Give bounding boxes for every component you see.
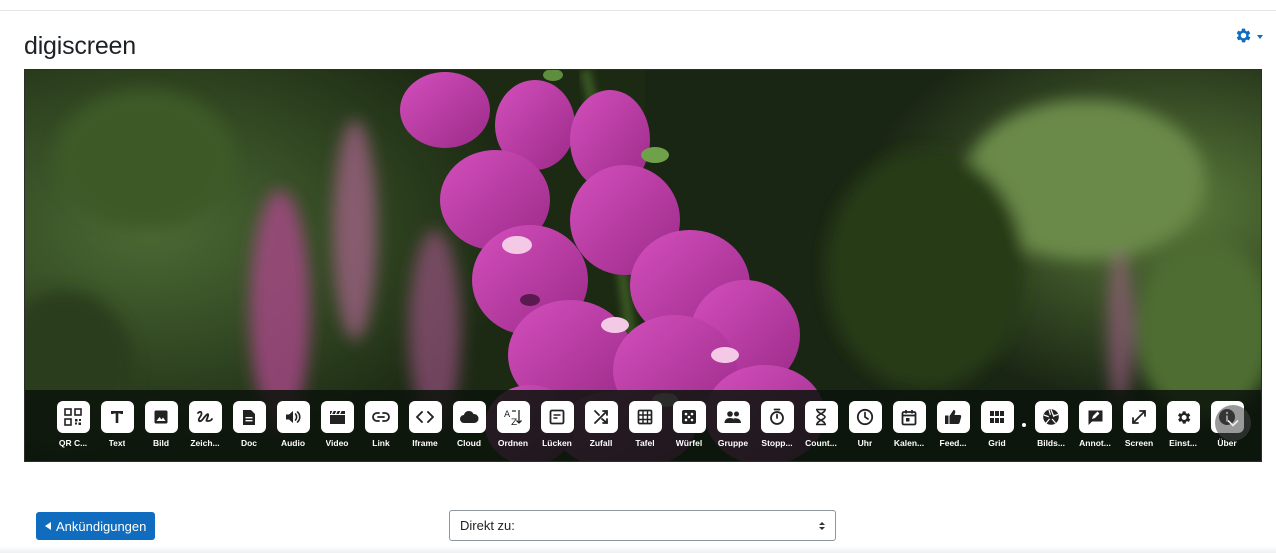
tool-sort[interactable]: AZ Ordnen (491, 390, 535, 450)
arrow-left-icon (45, 522, 51, 530)
tool-settings[interactable]: Einst... (1161, 390, 1205, 450)
annotate-icon (1078, 401, 1112, 433)
thumbs-up-icon (936, 401, 970, 433)
tool-label: Gruppe (717, 438, 749, 448)
tool-feedback[interactable]: Feed... (931, 390, 975, 450)
tool-label: Audio (280, 438, 306, 448)
tool-cloud[interactable]: Cloud (447, 390, 491, 450)
tool-label: Bilds... (1037, 438, 1065, 448)
stopwatch-icon (760, 401, 794, 433)
tool-label: Bild (152, 438, 170, 448)
calendar-icon (892, 401, 926, 433)
toolbar-separator (1019, 390, 1029, 450)
tool-label: Doc (240, 438, 258, 448)
settings-menu-toggle[interactable] (1234, 26, 1263, 45)
tool-gaps[interactable]: Lücken (535, 390, 579, 450)
dropdown-caret-icon (1257, 35, 1263, 39)
tool-label: Screen (1124, 438, 1154, 448)
select-arrows-icon (819, 521, 825, 530)
tool-fullscreen[interactable]: Screen (1117, 390, 1161, 450)
svg-text:A: A (504, 410, 511, 420)
tool-label: Cloud (456, 438, 482, 448)
tool-label: Feed... (939, 438, 967, 448)
aperture-icon (1034, 401, 1068, 433)
tool-label: QR C... (58, 438, 88, 448)
link-icon (364, 401, 398, 433)
fullscreen-icon (1122, 401, 1156, 433)
tool-label: Zufall (589, 438, 613, 448)
tool-audio[interactable]: Audio (271, 390, 315, 450)
image-icon (144, 401, 178, 433)
tool-annotate[interactable]: Annot... (1073, 390, 1117, 450)
tool-image[interactable]: Bild (139, 390, 183, 450)
tool-label: Zeich... (190, 438, 220, 448)
tool-qr-code[interactable]: QR C... (51, 390, 95, 450)
group-icon (716, 401, 750, 433)
tool-group[interactable]: Gruppe (711, 390, 755, 450)
dot-separator-icon (1022, 423, 1026, 427)
toolbar-scroll-button[interactable] (1215, 405, 1251, 441)
tool-text[interactable]: Text (95, 390, 139, 450)
fill-gaps-icon (540, 401, 574, 433)
draw-icon (188, 401, 222, 433)
tool-calendar[interactable]: Kalen... (887, 390, 931, 450)
tool-screenshot[interactable]: Bilds... (1029, 390, 1073, 450)
tool-label: Lücken (542, 438, 572, 448)
svg-text:Z: Z (511, 418, 517, 426)
tool-label: Einst... (1169, 438, 1197, 448)
table-grid-icon (628, 401, 662, 433)
gear-icon (1234, 26, 1253, 45)
jump-to-label: Direkt zu: (460, 518, 515, 533)
tool-board[interactable]: Tafel (623, 390, 667, 450)
tool-random[interactable]: Zufall (579, 390, 623, 450)
tool-label: Video (325, 438, 349, 448)
tool-grid[interactable]: Grid (975, 390, 1019, 450)
tool-bar: QR C... Text Bild Zeich... Doc Audio Vid… (25, 390, 1261, 461)
header-divider (0, 10, 1276, 11)
tool-label: Iframe (412, 438, 438, 448)
chevron-down-icon (1227, 414, 1239, 432)
tool-countdown[interactable]: Count... (799, 390, 843, 450)
text-icon (100, 401, 134, 433)
tool-label: Annot... (1079, 438, 1111, 448)
qr-code-icon (56, 401, 90, 433)
tool-label: Würfel (675, 438, 703, 448)
announcements-link-button[interactable]: Ankündigungen (36, 512, 156, 540)
page-title: digiscreen (24, 32, 136, 60)
tool-label: Grid (988, 438, 1006, 448)
clapperboard-icon (320, 401, 354, 433)
tool-label: Stopp... (761, 438, 793, 448)
clock-icon (848, 401, 882, 433)
grid-icon (980, 401, 1014, 433)
sort-az-icon: AZ (496, 401, 530, 433)
tool-label: Kalen... (893, 438, 925, 448)
gear-icon (1166, 401, 1200, 433)
tool-label: Text (108, 438, 126, 448)
cloud-icon (452, 401, 486, 433)
tool-label: Count... (805, 438, 837, 448)
tool-label: Ordnen (497, 438, 529, 448)
tool-label: Tafel (635, 438, 655, 448)
digiscreen-stage[interactable]: QR C... Text Bild Zeich... Doc Audio Vid… (24, 69, 1262, 462)
document-icon (232, 401, 266, 433)
announcements-label: Ankündigungen (56, 518, 147, 534)
tool-draw[interactable]: Zeich... (183, 390, 227, 450)
tool-clock[interactable]: Uhr (843, 390, 887, 450)
tool-video[interactable]: Video (315, 390, 359, 450)
shuffle-icon (584, 401, 618, 433)
tool-iframe[interactable]: Iframe (403, 390, 447, 450)
tool-link[interactable]: Link (359, 390, 403, 450)
speaker-icon (276, 401, 310, 433)
tool-dice[interactable]: Würfel (667, 390, 711, 450)
jump-to-select[interactable]: Direkt zu: (449, 510, 836, 541)
tool-stopwatch[interactable]: Stopp... (755, 390, 799, 450)
hourglass-icon (804, 401, 838, 433)
code-brackets-icon (408, 401, 442, 433)
dice-icon (672, 401, 706, 433)
tool-document[interactable]: Doc (227, 390, 271, 450)
tool-label: Link (372, 438, 390, 448)
tool-label: Uhr (857, 438, 873, 448)
page-footer-edge (0, 546, 1276, 553)
